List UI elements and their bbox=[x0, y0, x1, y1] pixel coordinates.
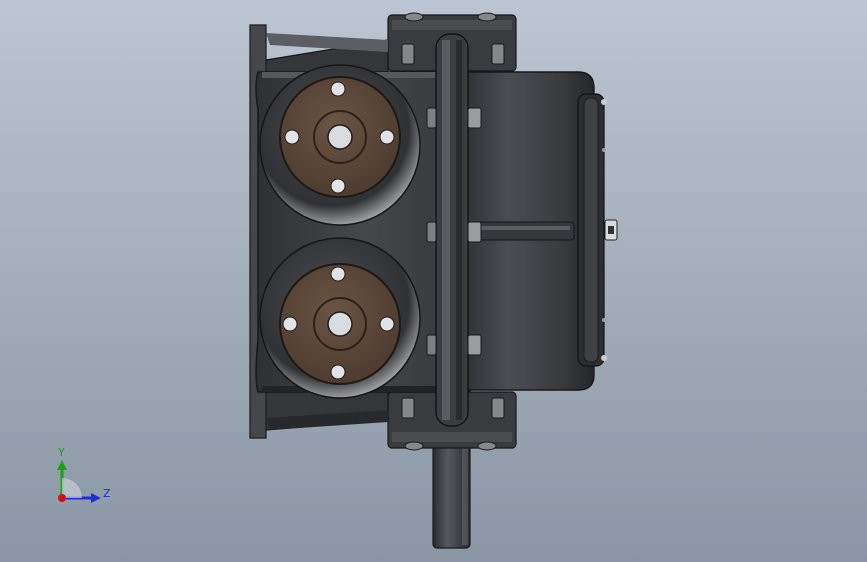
side-cover[interactable] bbox=[461, 71, 618, 391]
z-axis-label: Z bbox=[103, 487, 111, 500]
graphics-viewport[interactable]: Y Z bbox=[0, 0, 867, 562]
x-axis-dot bbox=[58, 494, 66, 502]
vertical-strap[interactable] bbox=[435, 33, 469, 427]
gearbox-model-view[interactable]: Y Z bbox=[0, 0, 867, 562]
upper-output-flange[interactable] bbox=[259, 64, 421, 226]
output-shaft[interactable] bbox=[432, 439, 471, 549]
y-axis-label: Y bbox=[57, 446, 65, 459]
lower-output-flange[interactable] bbox=[259, 237, 421, 399]
